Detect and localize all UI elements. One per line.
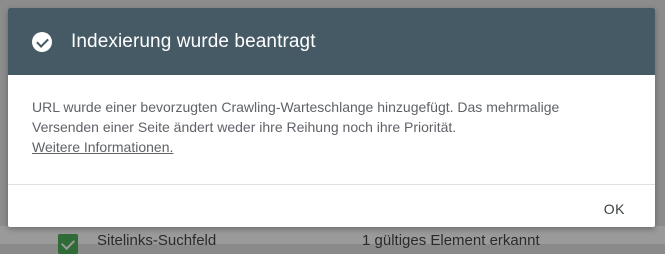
check-circle-icon <box>32 31 52 52</box>
dialog-header: Indexierung wurde beantragt <box>8 8 655 75</box>
valid-check-icon <box>58 234 78 254</box>
indexing-requested-dialog: Indexierung wurde beantragt URL wurde ei… <box>8 8 655 227</box>
dialog-title: Indexierung wurde beantragt <box>71 30 316 52</box>
dialog-footer: OK <box>8 185 655 227</box>
ok-button[interactable]: OK <box>598 197 631 221</box>
background-row-label: Sitelinks-Suchfeld <box>97 232 217 249</box>
dialog-message-line-1: URL wurde einer bevorzugten Crawling-War… <box>32 99 560 115</box>
dialog-message-line-2: Versenden einer Seite ändert weder ihre … <box>32 119 457 135</box>
dialog-body: URL wurde einer bevorzugten Crawling-War… <box>8 75 655 184</box>
background-row-value: 1 gültiges Element erkannt <box>362 232 540 249</box>
more-info-link[interactable]: Weitere Informationen. <box>32 139 173 155</box>
